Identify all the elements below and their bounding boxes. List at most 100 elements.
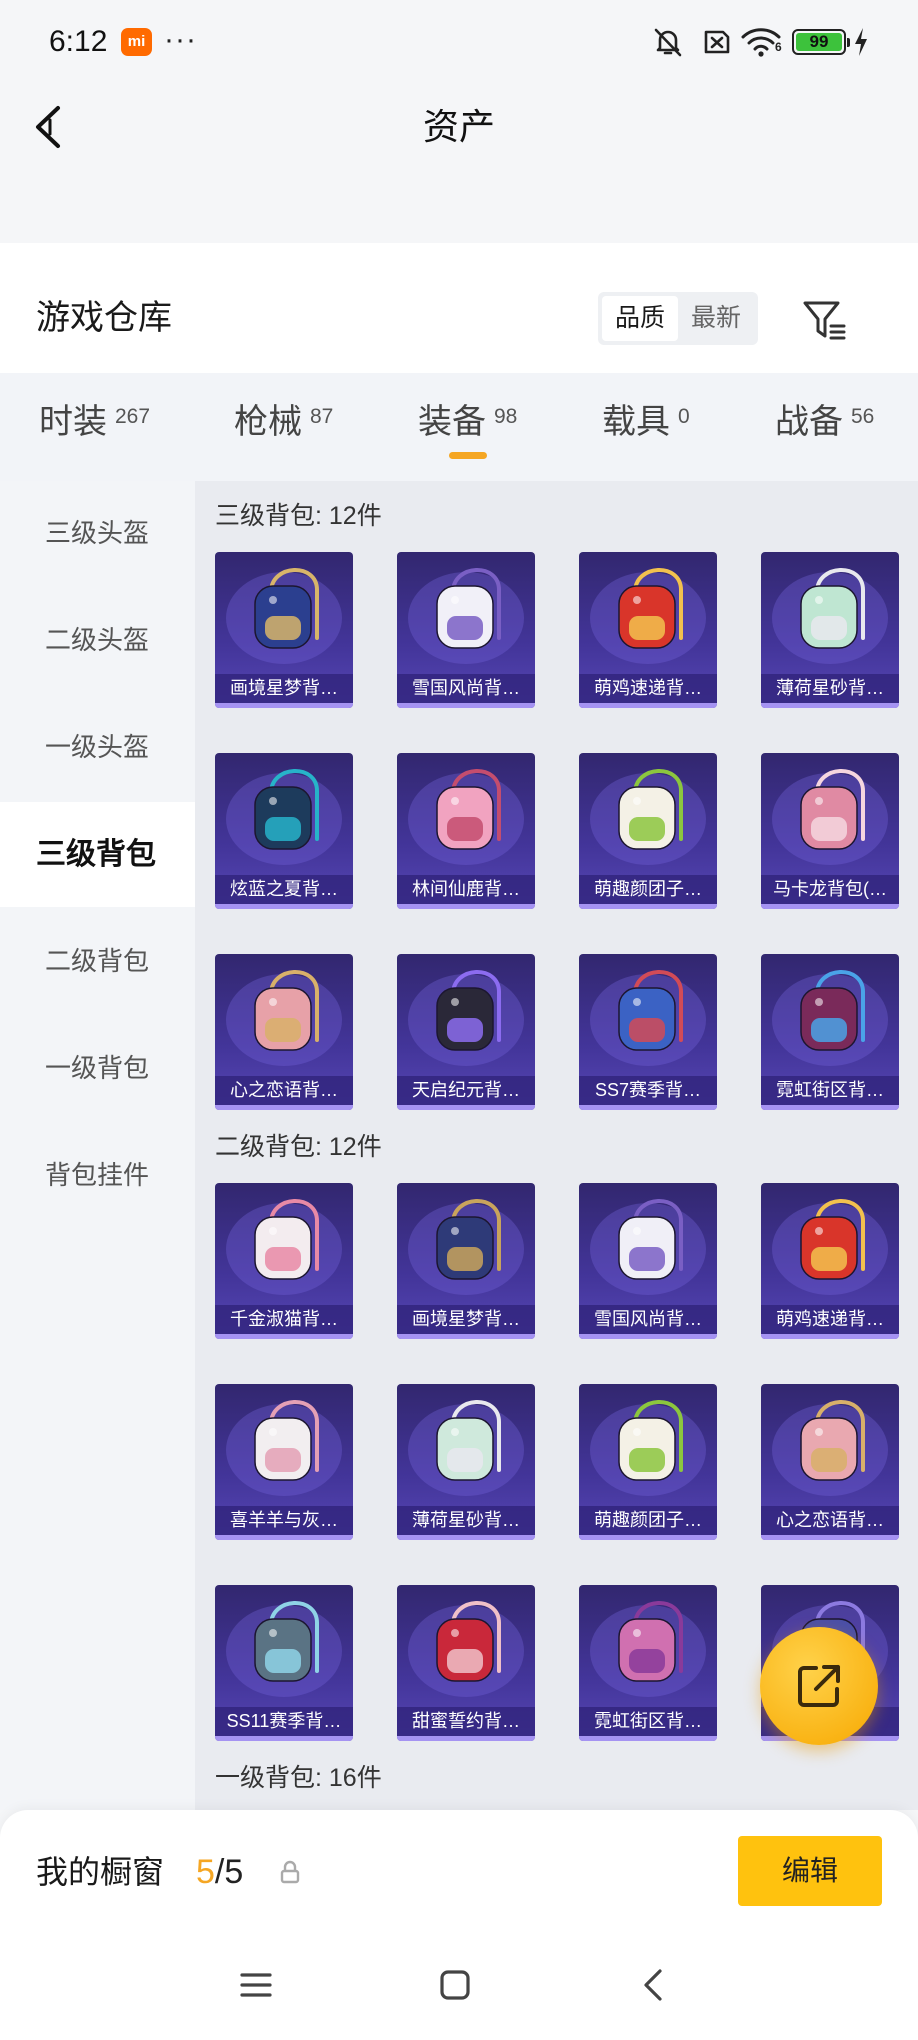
back-icon[interactable]: [634, 1965, 674, 2005]
item-card[interactable]: 萌趣颜团子…: [579, 1384, 717, 1540]
item-label: 心之恋语背…: [215, 1076, 353, 1105]
item-card[interactable]: 心之恋语背…: [215, 954, 353, 1110]
battery-cap: [847, 38, 850, 47]
item-card[interactable]: 萌鸡速递背…: [761, 1183, 899, 1339]
warehouse-title: 游戏仓库: [36, 299, 172, 337]
item-label: 画境星梦背…: [397, 1305, 535, 1334]
tab-equipment[interactable]: 装备 98: [418, 400, 517, 459]
tab-fashion[interactable]: 时装 267: [39, 400, 150, 444]
item-card[interactable]: 画境星梦背…: [397, 1183, 535, 1339]
item-card[interactable]: 萌鸡速递背…: [579, 552, 717, 708]
sort-by-newest[interactable]: 最新: [678, 296, 754, 341]
item-card[interactable]: 霓虹街区背…: [761, 954, 899, 1110]
tab-label: 时装: [39, 403, 107, 441]
item-rarity-bar: [397, 1105, 535, 1110]
item-label: 薄荷星砂背…: [397, 1506, 535, 1535]
item-card[interactable]: 雪国风尚背…: [579, 1183, 717, 1339]
backpack-highlight: [451, 1227, 459, 1235]
item-card[interactable]: SS7赛季背…: [579, 954, 717, 1110]
item-label: 林间仙鹿背…: [397, 875, 535, 904]
filter-button[interactable]: [800, 296, 848, 344]
item-card[interactable]: 心之恋语背…: [761, 1384, 899, 1540]
share-icon: [798, 1665, 840, 1707]
item-card[interactable]: 雪国风尚背…: [397, 552, 535, 708]
battery-icon: 99: [792, 29, 850, 55]
sidebar-item-lv2-helmet[interactable]: 二级头盔: [0, 588, 195, 693]
item-image: [772, 1400, 888, 1496]
tab-vehicles[interactable]: 载具 0: [602, 400, 690, 444]
sidebar-item-lv2-backpack[interactable]: 二级背包: [0, 909, 195, 1014]
item-label: 千金淑猫背…: [215, 1305, 353, 1334]
item-rarity-bar: [579, 1334, 717, 1339]
item-label: 马卡龙背包(…: [761, 875, 899, 904]
item-rarity-bar: [397, 904, 535, 909]
backpack-pocket: [447, 1448, 483, 1472]
item-card[interactable]: SS11赛季背…: [215, 1585, 353, 1741]
item-label: 炫蓝之夏背…: [215, 875, 353, 904]
sort-toggle: 品质 最新: [598, 292, 758, 345]
backpack-highlight: [451, 797, 459, 805]
filter-icon: [803, 301, 846, 340]
charging-icon: [855, 28, 867, 56]
backpack-highlight: [269, 1227, 277, 1235]
item-section: 一级背包: 16件: [215, 1760, 918, 1796]
item-image: [590, 970, 706, 1066]
warehouse-bar: 游戏仓库 品质 最新: [0, 243, 918, 373]
item-image: [408, 1199, 524, 1295]
item-card[interactable]: 炫蓝之夏背…: [215, 753, 353, 909]
item-card[interactable]: 林间仙鹿背…: [397, 753, 535, 909]
item-label: 甜蜜誓约背…: [397, 1707, 535, 1736]
item-card[interactable]: 喜羊羊与灰…: [215, 1384, 353, 1540]
backpack-pocket: [811, 817, 847, 841]
item-card[interactable]: 甜蜜誓约背…: [397, 1585, 535, 1741]
item-section: 三级背包: 12件 画境星梦背… 雪国风尚背… 萌鸡速递背… 薄荷星砂背… 炫蓝之夏背… 林…: [215, 498, 918, 1110]
item-rarity-bar: [397, 1736, 535, 1741]
sidebar-item-lv3-helmet[interactable]: 三级头盔: [0, 481, 195, 586]
item-image: [590, 1400, 706, 1496]
item-card[interactable]: 画境星梦背…: [215, 552, 353, 708]
item-card[interactable]: 萌趣颜团子…: [579, 753, 717, 909]
item-image: [590, 769, 706, 865]
tab-firearms[interactable]: 枪械 87: [234, 400, 333, 444]
item-rarity-bar: [761, 703, 899, 708]
subcategory-sidebar: 三级头盔 二级头盔 一级头盔 三级背包 二级背包 一级背包 背包挂件: [0, 481, 195, 1810]
home-icon[interactable]: [435, 1965, 475, 2005]
share-button[interactable]: [760, 1627, 878, 1745]
item-rarity-bar: [397, 703, 535, 708]
sidebar-item-lv1-backpack[interactable]: 一级背包: [0, 1016, 195, 1121]
backpack-pocket: [265, 1649, 301, 1673]
backpack-highlight: [451, 1629, 459, 1637]
sidebar-item-backpack-charms[interactable]: 背包挂件: [0, 1123, 195, 1228]
item-label: 萌趣颜团子…: [579, 875, 717, 904]
item-rarity-bar: [215, 1105, 353, 1110]
section-title: 三级背包: 12件: [215, 502, 382, 530]
tab-tactical[interactable]: 战备 56: [775, 400, 874, 444]
sort-by-quality[interactable]: 品质: [602, 296, 678, 341]
section-title: 一级背包: 16件: [215, 1764, 382, 1792]
sidebar-item-lv1-helmet[interactable]: 一级头盔: [0, 695, 195, 800]
backpack-pocket: [629, 1247, 665, 1271]
item-label: SS7赛季背…: [579, 1076, 717, 1105]
backpack-highlight: [451, 596, 459, 604]
item-label: SS11赛季背…: [215, 1707, 353, 1736]
backpack-highlight: [633, 998, 641, 1006]
item-card[interactable]: 千金淑猫背…: [215, 1183, 353, 1339]
backpack-pocket: [265, 616, 301, 640]
item-card[interactable]: 薄荷星砂背…: [761, 552, 899, 708]
mi-app-icon: mi: [121, 28, 152, 56]
edit-showcase-button[interactable]: 编辑: [738, 1836, 882, 1906]
backpack-highlight: [633, 596, 641, 604]
backpack-highlight: [815, 1227, 823, 1235]
menu-icon[interactable]: [236, 1965, 276, 2005]
sidebar-item-lv3-backpack[interactable]: 三级背包: [0, 802, 195, 907]
item-card[interactable]: 薄荷星砂背…: [397, 1384, 535, 1540]
item-label: 画境星梦背…: [215, 674, 353, 703]
item-card[interactable]: 霓虹街区背…: [579, 1585, 717, 1741]
item-card[interactable]: 马卡龙背包(…: [761, 753, 899, 909]
mute-vibrate-icon: [654, 28, 682, 57]
item-list[interactable]: 三级背包: 12件 画境星梦背… 雪国风尚背… 萌鸡速递背… 薄荷星砂背… 炫蓝之夏背… 林…: [195, 481, 918, 1810]
item-label: 萌趣颜团子…: [579, 1506, 717, 1535]
item-card[interactable]: 天启纪元背…: [397, 954, 535, 1110]
showcase-title: 我的橱窗: [36, 1854, 165, 1890]
item-rarity-bar: [215, 1535, 353, 1540]
